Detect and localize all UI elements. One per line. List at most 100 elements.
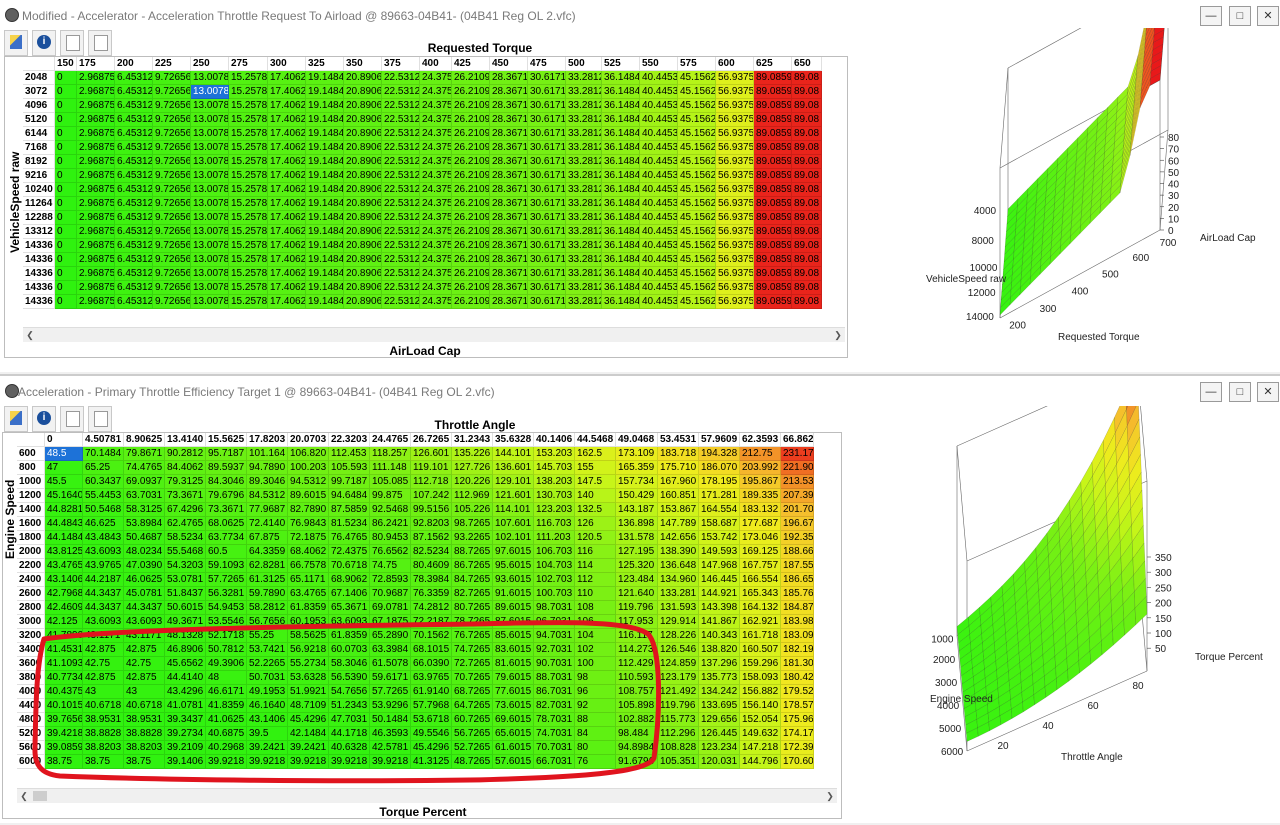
table-cell[interactable]: 98.7265	[452, 517, 493, 531]
table-cell[interactable]: 24.375	[420, 253, 452, 267]
table-cell[interactable]: 61.9140	[411, 685, 452, 699]
table-cell[interactable]: 130.703	[534, 489, 575, 503]
table-cell[interactable]: 159.296	[740, 657, 781, 671]
table-cell[interactable]: 131.578	[616, 531, 658, 545]
table-cell[interactable]: 20.8906	[344, 295, 382, 309]
table-cell[interactable]: 89.3046	[247, 475, 288, 489]
table-cell[interactable]: 33.2812	[566, 169, 602, 183]
table-cell[interactable]: 19.1484	[306, 183, 344, 197]
page-button[interactable]	[60, 30, 84, 56]
table-cell[interactable]: 60.0703	[329, 643, 370, 657]
table-cell[interactable]: 89.0859	[754, 113, 792, 127]
table-cell[interactable]: 2.96875	[77, 141, 115, 155]
table-cell[interactable]: 43.9765	[83, 559, 124, 573]
table-cell[interactable]: 67.4296	[165, 503, 206, 517]
table-cell[interactable]: 38.8828	[83, 727, 124, 741]
table-cell[interactable]: 33.2812	[566, 183, 602, 197]
table-cell[interactable]: 15.2578	[229, 253, 268, 267]
maximize-button[interactable]: □	[1229, 382, 1251, 402]
table-cell[interactable]: 13.0078	[191, 295, 229, 309]
table-cell[interactable]: 175.96	[781, 713, 814, 727]
table-cell[interactable]: 86.2421	[370, 517, 411, 531]
table-cell[interactable]: 94.7890	[247, 461, 288, 475]
table-cell[interactable]: 42.7968	[45, 587, 83, 601]
table-cell[interactable]: 132.5	[575, 503, 616, 517]
table-cell[interactable]: 28.3671	[490, 127, 528, 141]
table-cell[interactable]: 20.8906	[344, 239, 382, 253]
table-cell[interactable]: 15.2578	[229, 197, 268, 211]
table-cell[interactable]: 158.687	[699, 517, 740, 531]
table-cell[interactable]: 53.6718	[411, 713, 452, 727]
table-cell[interactable]: 94.8984	[616, 741, 658, 755]
table-cell[interactable]: 28.3671	[490, 253, 528, 267]
table-cell[interactable]: 30.6171	[528, 225, 566, 239]
table-cell[interactable]: 43.1406	[247, 713, 288, 727]
table-cell[interactable]: 77.9687	[247, 503, 288, 517]
table-cell[interactable]: 13.0078	[191, 253, 229, 267]
table-cell[interactable]: 28.3671	[490, 169, 528, 183]
table-cell[interactable]: 145.703	[534, 461, 575, 475]
table-cell[interactable]: 48	[206, 671, 247, 685]
table-cell[interactable]: 142.656	[658, 531, 699, 545]
table-cell[interactable]: 36.1484	[602, 141, 640, 155]
table-cell[interactable]: 201.70	[781, 503, 814, 517]
table-cell[interactable]: 89.08	[792, 141, 822, 155]
table-cell[interactable]: 72.4375	[329, 545, 370, 559]
table-cell[interactable]: 9.72656	[153, 127, 191, 141]
table-cell[interactable]: 56.9375	[716, 295, 754, 309]
horizontal-scrollbar[interactable]: ❮ ❯	[17, 788, 837, 803]
table-cell[interactable]: 92	[575, 699, 616, 713]
table-cell[interactable]: 56.9375	[716, 113, 754, 127]
table-cell[interactable]: 73.6015	[493, 699, 534, 713]
table-cell[interactable]: 183.98	[781, 615, 814, 629]
table-cell[interactable]: 22.5312	[382, 267, 420, 281]
table-cell[interactable]: 39.2421	[288, 741, 329, 755]
table-cell[interactable]: 0	[55, 197, 77, 211]
table-cell[interactable]: 26.2109	[452, 113, 490, 127]
table-cell[interactable]: 56.9375	[716, 71, 754, 85]
table-cell[interactable]: 19.1484	[306, 281, 344, 295]
table-cell[interactable]: 56.9375	[716, 239, 754, 253]
table-cell[interactable]: 100.203	[288, 461, 329, 475]
table-cell[interactable]: 203.992	[740, 461, 781, 475]
table-cell[interactable]: 38.9531	[83, 713, 124, 727]
table-cell[interactable]: 24.375	[420, 127, 452, 141]
table-cell[interactable]: 58.5234	[165, 531, 206, 545]
table-cell[interactable]: 89.08	[792, 225, 822, 239]
table-cell[interactable]: 26.2109	[452, 71, 490, 85]
table-cell[interactable]: 28.3671	[490, 99, 528, 113]
table-cell[interactable]: 0	[55, 71, 77, 85]
table-cell[interactable]: 19.1484	[306, 85, 344, 99]
table-cell[interactable]: 89.0859	[754, 71, 792, 85]
table-cell[interactable]: 89.08	[792, 127, 822, 141]
table-cell[interactable]: 41.0781	[165, 699, 206, 713]
table-cell[interactable]: 126.445	[699, 727, 740, 741]
data-grid[interactable]: 04.507818.9062513.414015.562517.820320.0…	[17, 433, 841, 769]
table-cell[interactable]: 49.3671	[165, 615, 206, 629]
table-cell[interactable]: 24.375	[420, 267, 452, 281]
table-cell[interactable]: 42.1484	[288, 727, 329, 741]
table-cell[interactable]: 116	[575, 545, 616, 559]
table-cell[interactable]: 42.4609	[45, 601, 83, 615]
table-cell[interactable]: 38.8203	[83, 741, 124, 755]
table-cell[interactable]: 149.593	[699, 545, 740, 559]
table-cell[interactable]: 70.7265	[452, 671, 493, 685]
table-cell[interactable]: 108.828	[658, 741, 699, 755]
table-cell[interactable]: 39.4218	[45, 727, 83, 741]
table-cell[interactable]: 56.9375	[716, 281, 754, 295]
table-cell[interactable]: 38.9531	[124, 713, 165, 727]
table-cell[interactable]: 63.7734	[206, 531, 247, 545]
table-cell[interactable]: 28.3671	[490, 211, 528, 225]
table-cell[interactable]: 162.921	[740, 615, 781, 629]
table-cell[interactable]: 89.08	[792, 197, 822, 211]
table-cell[interactable]: 165.343	[740, 587, 781, 601]
table-cell[interactable]: 89.08	[792, 253, 822, 267]
table-cell[interactable]: 85.6015	[493, 629, 534, 643]
table-cell[interactable]: 61.3125	[247, 573, 288, 587]
table-cell[interactable]: 33.2812	[566, 281, 602, 295]
table-cell[interactable]: 24.375	[420, 225, 452, 239]
table-cell[interactable]: 66.0390	[411, 657, 452, 671]
table-cell[interactable]: 89.0859	[754, 197, 792, 211]
table-cell[interactable]: 2.96875	[77, 127, 115, 141]
table-cell[interactable]: 161.718	[740, 629, 781, 643]
